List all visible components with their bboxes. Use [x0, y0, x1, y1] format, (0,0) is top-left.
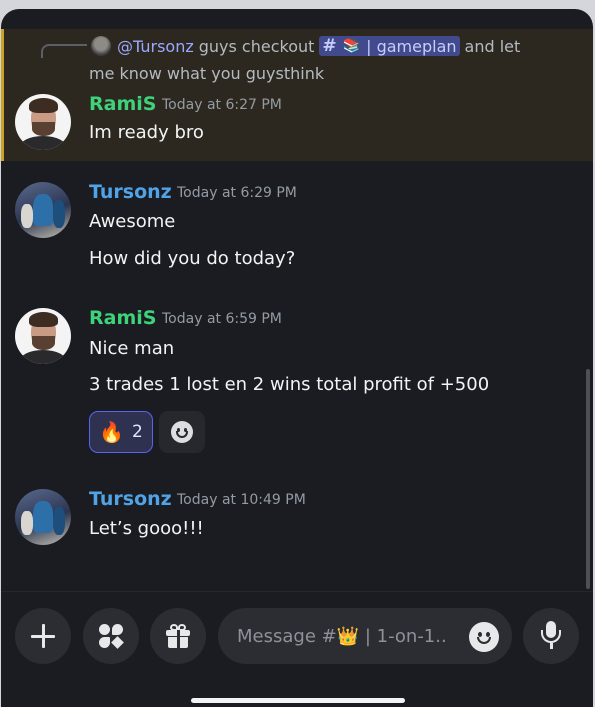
message-text: Nice man	[89, 338, 175, 359]
channel-name: | gameplan	[366, 36, 457, 56]
reply-text-before: guys checkout	[198, 36, 315, 56]
author-name[interactable]: Tursonz	[89, 488, 172, 510]
author-name[interactable]: RamiS	[89, 93, 156, 115]
avatar-rami[interactable]	[15, 308, 71, 364]
message-text: How did you do today?	[89, 248, 296, 269]
add-reaction-button[interactable]	[159, 411, 205, 453]
scrollbar[interactable]	[586, 369, 590, 589]
apps-icon	[97, 622, 125, 650]
avatar-rami[interactable]	[15, 94, 71, 150]
fire-emoji: 🔥	[99, 420, 125, 444]
emoji-icon[interactable]	[469, 622, 499, 652]
reply-avatar	[91, 36, 111, 56]
timestamp: Today at 6:59 PM	[162, 311, 282, 327]
timestamp: Today at 10:49 PM	[177, 492, 306, 508]
reply-text-line2: me know what you guysthink	[89, 64, 325, 83]
reply-connector	[41, 44, 87, 58]
gift-icon	[165, 623, 191, 649]
message-text: 3 trades 1 lost en 2 wins total profit o…	[89, 374, 490, 395]
chat-window: @Tursonz guys checkout # 📚 | gameplan an…	[1, 9, 593, 707]
timestamp: Today at 6:27 PM	[162, 97, 282, 113]
timestamp: Today at 6:29 PM	[177, 185, 297, 201]
reply-preview[interactable]: @Tursonz guys checkout # 📚 | gameplan an…	[91, 35, 571, 57]
channel-link-gameplan[interactable]: # 📚 | gameplan	[319, 36, 460, 56]
voice-message-button[interactable]	[523, 608, 579, 664]
avatar-tursonz[interactable]	[15, 182, 71, 238]
reaction-count: 2	[132, 422, 143, 442]
microphone-icon	[539, 621, 563, 651]
books-emoji: 📚	[342, 38, 361, 54]
add-attachment-button[interactable]	[15, 608, 71, 664]
plus-icon	[31, 624, 55, 648]
channel-hash-icon: #	[322, 36, 337, 56]
avatar-tursonz[interactable]	[15, 489, 71, 545]
author-name[interactable]: Tursonz	[89, 181, 172, 203]
message-input[interactable]: Message #👑 | 1-on-1..	[218, 608, 512, 664]
home-indicator[interactable]	[191, 698, 405, 703]
message-text: Awesome	[89, 211, 176, 232]
add-reaction-icon	[171, 421, 193, 443]
reaction-fire[interactable]: 🔥 2	[89, 411, 153, 453]
author-name[interactable]: RamiS	[89, 307, 156, 329]
apps-button[interactable]	[83, 608, 139, 664]
message-placeholder: Message #👑 | 1-on-1..	[237, 625, 447, 647]
reply-mention[interactable]: @Tursonz	[117, 37, 194, 56]
message-text: Let’s gooo!!!	[89, 518, 204, 539]
gift-button[interactable]	[150, 608, 206, 664]
reply-text-after: and let	[464, 36, 521, 56]
composer-divider	[1, 591, 593, 592]
message-text: Im ready bro	[89, 122, 204, 143]
